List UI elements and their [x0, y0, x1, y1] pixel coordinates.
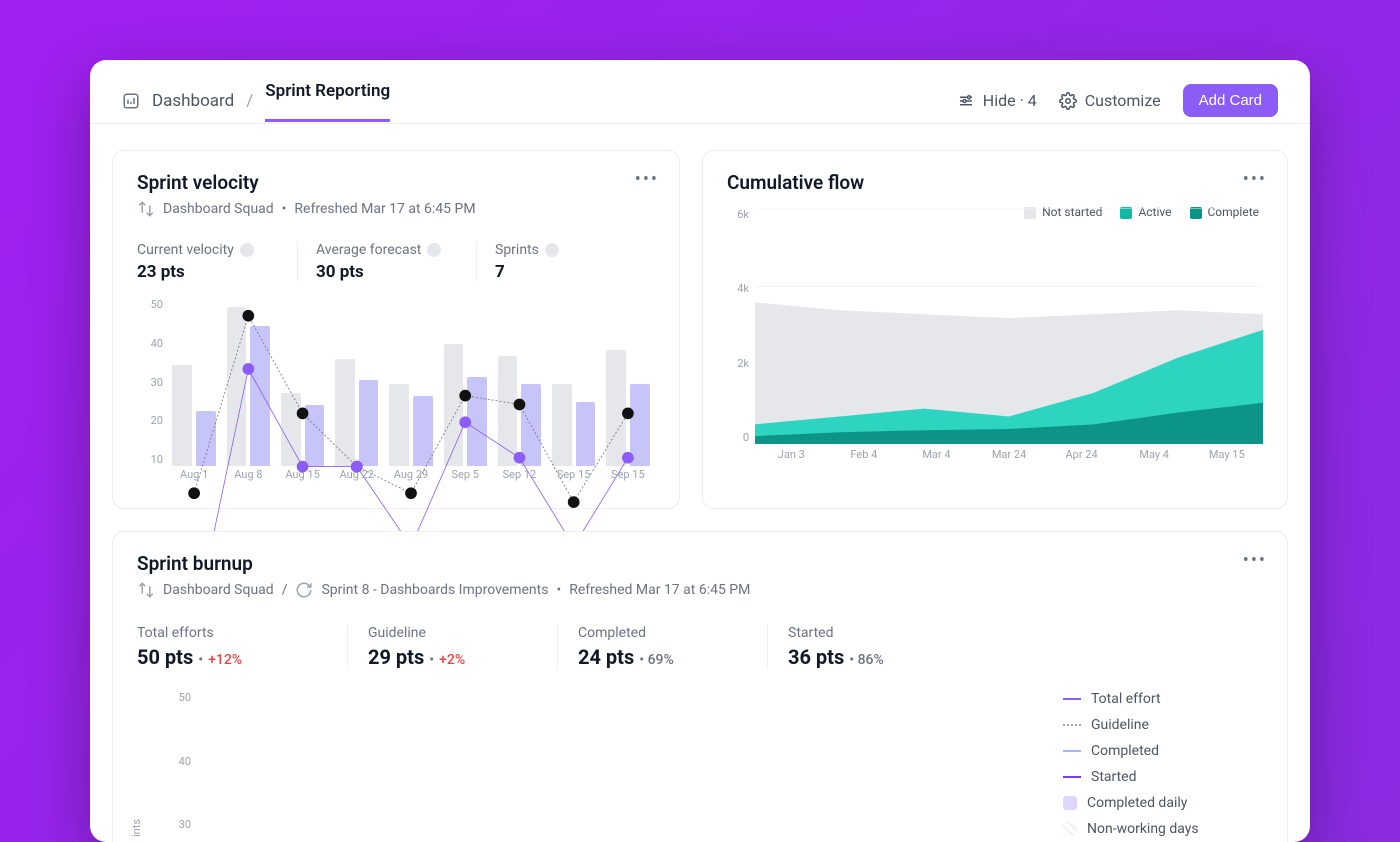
burnup-subtitle: Dashboard Squad / Sprint 8 - Dashboards …	[137, 581, 1263, 599]
burnup-sprint: Sprint 8 - Dashboards Improvements	[321, 582, 548, 598]
sprint-icon	[295, 581, 313, 599]
cumulative-flow-card: ••• Cumulative flow Not started Active C…	[702, 150, 1288, 509]
cumulative-chart: 6k4k2k0 Jan 3Feb 4Mar 4Mar 24Apr 24May 4…	[727, 208, 1263, 468]
gear-icon	[1059, 92, 1077, 110]
sprints-label: Sprints	[495, 242, 539, 258]
completed-value: 24 pts	[578, 645, 634, 669]
legend-started: Started	[1091, 769, 1137, 785]
breadcrumb-separator: /	[246, 91, 253, 111]
total-efforts-delta: +12%	[208, 652, 242, 668]
breadcrumb-dashboard[interactable]: Dashboard	[152, 91, 234, 111]
legend-started-swatch	[1063, 776, 1081, 778]
legend-cdaily-swatch	[1063, 796, 1077, 810]
breadcrumb: Dashboard / Sprint Reporting	[122, 81, 390, 121]
started-label: Started	[788, 625, 977, 641]
velocity-yaxis: 5040302010	[137, 298, 163, 466]
info-icon[interactable]	[427, 243, 441, 257]
completed-label: Completed	[578, 625, 767, 641]
legend-total-swatch	[1063, 698, 1081, 700]
forecast-value: 30 pts	[316, 262, 476, 282]
total-efforts-value: 50 pts	[137, 645, 193, 669]
total-efforts-label: Total efforts	[137, 625, 347, 641]
velocity-card: ••• Sprint velocity Dashboard Squad • Re…	[112, 150, 680, 509]
forecast-label: Average forecast	[316, 242, 421, 258]
started-pct: 86%	[858, 652, 884, 668]
completed-pct: 69%	[648, 652, 674, 668]
guideline-delta: +2%	[439, 652, 465, 668]
squad-icon	[137, 581, 155, 599]
burnup-ylabel: ints	[130, 819, 143, 837]
burnup-chart: ints 504030	[137, 691, 1033, 831]
topbar-actions: Hide · 4 Customize Add Card	[957, 84, 1278, 117]
burnup-plot	[197, 691, 1033, 831]
guideline-label: Guideline	[368, 625, 557, 641]
guideline-value: 29 pts	[368, 645, 424, 669]
velocity-more-icon[interactable]: •••	[635, 169, 659, 190]
burnup-stats: Total efforts 50 pts • +12% Guideline 29…	[137, 625, 1263, 669]
squad-icon	[137, 200, 155, 218]
cumulative-yaxis: 6k4k2k0	[727, 208, 749, 444]
legend-completed: Completed	[1091, 743, 1159, 759]
cumulative-title: Cumulative flow	[727, 171, 1263, 194]
velocity-title: Sprint velocity	[137, 171, 655, 194]
cumulative-xaxis: Jan 3Feb 4Mar 4Mar 24Apr 24May 4May 15	[755, 448, 1263, 468]
velocity-squad: Dashboard Squad	[163, 201, 274, 217]
current-velocity-label: Current velocity	[137, 242, 234, 258]
legend-total: Total effort	[1091, 691, 1161, 707]
velocity-subtitle: Dashboard Squad • Refreshed Mar 17 at 6:…	[137, 200, 655, 218]
customize-button[interactable]: Customize	[1059, 91, 1161, 110]
legend-guideline-swatch	[1063, 724, 1081, 726]
velocity-plot	[167, 298, 655, 466]
hide-label: Hide · 4	[983, 91, 1037, 110]
current-velocity-value: 23 pts	[137, 262, 297, 282]
info-icon[interactable]	[545, 243, 559, 257]
cumulative-more-icon[interactable]: •••	[1243, 169, 1267, 190]
burnup-card: ••• Sprint burnup Dashboard Squad / Spri…	[112, 531, 1288, 842]
cumulative-plot	[755, 208, 1263, 444]
add-card-button[interactable]: Add Card	[1183, 84, 1278, 117]
legend-completed-swatch	[1063, 750, 1081, 752]
customize-label: Customize	[1085, 91, 1161, 110]
breadcrumb-current[interactable]: Sprint Reporting	[265, 81, 390, 121]
hide-button[interactable]: Hide · 4	[957, 91, 1037, 110]
sliders-icon	[957, 92, 975, 110]
velocity-xaxis: Aug 1Aug 8Aug 15Aug 22Aug 29Sep 5Sep 12S…	[167, 468, 655, 488]
burnup-more-icon[interactable]: •••	[1243, 550, 1267, 571]
started-value: 36 pts	[788, 645, 844, 669]
velocity-refreshed: Refreshed Mar 17 at 6:45 PM	[294, 201, 475, 217]
velocity-stats: Current velocity 23 pts Average forecast…	[137, 242, 655, 282]
app-window: Dashboard / Sprint Reporting Hide · 4 Cu…	[90, 60, 1310, 842]
legend-nonwork: Non-working days	[1087, 821, 1199, 837]
legend-guideline: Guideline	[1091, 717, 1149, 733]
info-icon[interactable]	[240, 243, 254, 257]
sprints-value: 7	[495, 262, 655, 282]
burnup-title: Sprint burnup	[137, 552, 1263, 575]
burnup-refreshed: Refreshed Mar 17 at 6:45 PM	[569, 582, 750, 598]
burnup-legend: Total effort Guideline Completed Started…	[1063, 691, 1263, 842]
dashboard-icon	[122, 92, 140, 110]
burnup-yaxis: 504030	[167, 691, 191, 831]
velocity-chart: 5040302010 Aug 1Aug 8Aug 15Aug 22Aug 29S…	[137, 298, 655, 488]
burnup-squad: Dashboard Squad	[163, 582, 274, 598]
topbar: Dashboard / Sprint Reporting Hide · 4 Cu…	[90, 60, 1310, 124]
legend-cdaily: Completed daily	[1087, 795, 1187, 811]
content: ••• Sprint velocity Dashboard Squad • Re…	[90, 124, 1310, 842]
legend-nonwork-swatch	[1063, 822, 1077, 836]
